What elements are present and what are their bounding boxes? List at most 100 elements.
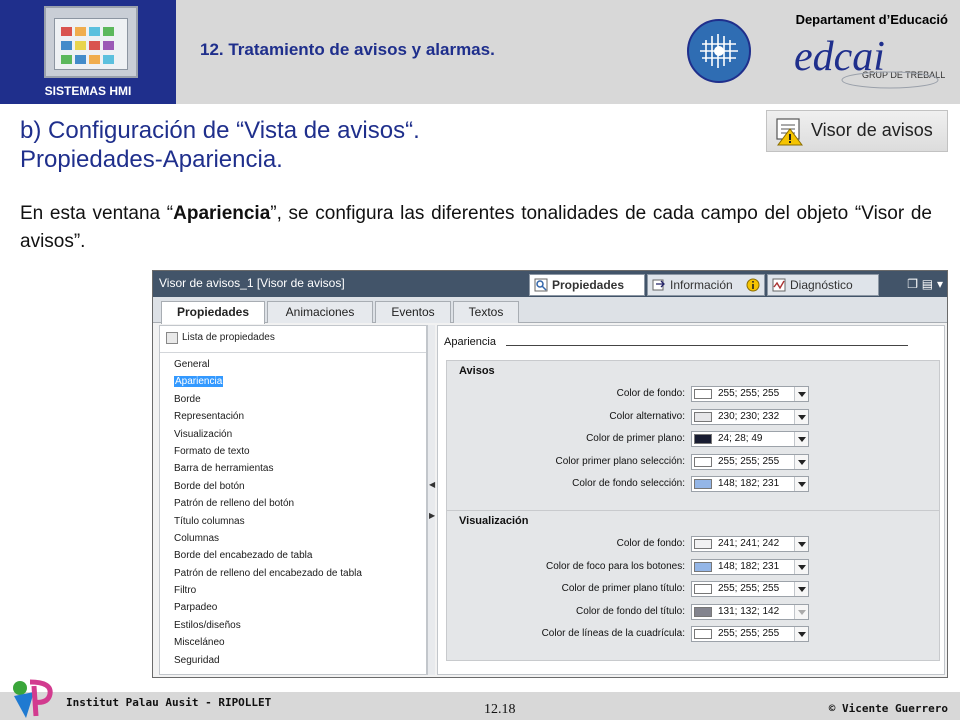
- inspector-tab-properties[interactable]: Propiedades: [529, 274, 645, 296]
- pane-splitter[interactable]: ◀ ▶: [427, 325, 435, 675]
- property-list-item[interactable]: Representación: [174, 408, 414, 425]
- tab-animations[interactable]: Animaciones: [267, 301, 373, 323]
- color-picker-field[interactable]: 255; 255; 255: [691, 626, 809, 642]
- property-list-item[interactable]: Parpadeo: [174, 599, 414, 616]
- window-menu-icon[interactable]: ▤: [922, 277, 933, 291]
- visor-badge-label: Visor de avisos: [811, 120, 933, 140]
- color-value: 255; 255; 255: [718, 583, 780, 594]
- list-toggle-icon[interactable]: [166, 332, 178, 344]
- property-list-item[interactable]: Título columnas: [174, 513, 414, 530]
- property-list-item-label: General: [174, 359, 210, 370]
- property-list-item[interactable]: Seguridad: [174, 652, 414, 669]
- property-list-item-label: Formato de texto: [174, 445, 250, 457]
- property-list: General Apariencia Borde Representación Visu…: [174, 356, 414, 669]
- slide-title-line1: b) Configuración de “Vista de avisos“.: [20, 117, 420, 144]
- department-label: Departament d’Educació: [795, 12, 948, 27]
- inspector-tab-information[interactable]: Información: [647, 274, 765, 296]
- property-list-item-label: Estilos/diseños: [174, 619, 241, 631]
- chevron-down-icon[interactable]: [794, 477, 808, 491]
- color-picker-field[interactable]: 148; 182; 231: [691, 558, 809, 575]
- edcai-logo-sub: GRUP DE TREBALL: [862, 70, 945, 80]
- property-list-item[interactable]: Barra de herramientas: [174, 460, 414, 477]
- chevron-down-icon[interactable]: [794, 627, 808, 641]
- chevron-down-icon[interactable]: [794, 409, 808, 424]
- color-property-label: Color de fondo del título:: [576, 605, 685, 617]
- property-list-item-label: Columnas: [174, 532, 220, 544]
- chevron-down-icon[interactable]: [794, 454, 808, 469]
- property-list-item[interactable]: Apariencia: [174, 373, 414, 390]
- property-list-item[interactable]: Patrón de relleno del encabezado de tabl…: [174, 565, 414, 582]
- information-icon: [652, 279, 665, 291]
- color-picker-field[interactable]: 255; 255; 255: [691, 581, 809, 597]
- property-group-title: Avisos: [459, 365, 495, 377]
- property-group-avisos: Avisos Color de fondo: 255; 255; 255 Color …: [446, 360, 940, 511]
- chevron-down-icon[interactable]: [794, 432, 808, 446]
- color-property-label: Color de primer plano título:: [561, 583, 685, 594]
- expand-right-icon[interactable]: ▶: [429, 511, 435, 520]
- color-value: 255; 255; 255: [718, 388, 780, 399]
- color-value: 255; 255; 255: [718, 455, 780, 467]
- property-list-item[interactable]: Formato de texto: [174, 443, 414, 460]
- chevron-down-icon[interactable]: [794, 559, 808, 574]
- property-list-header: Lista de propiedades: [166, 332, 275, 344]
- collapse-left-icon[interactable]: ◀: [429, 480, 435, 489]
- section-rule: [506, 345, 908, 346]
- body-text-bold: Apariencia: [173, 203, 271, 224]
- color-picker-field[interactable]: 24; 28; 49: [691, 431, 809, 447]
- restore-window-icon[interactable]: ❐: [907, 277, 918, 291]
- color-picker-field[interactable]: 131; 132; 142: [691, 603, 809, 620]
- color-swatch: [694, 606, 712, 617]
- color-picker-field[interactable]: 230; 230; 232: [691, 408, 809, 425]
- property-list-item[interactable]: Visualización: [174, 426, 414, 443]
- color-swatch: [694, 434, 712, 444]
- tab-texts[interactable]: Textos: [453, 301, 519, 323]
- color-picker-field[interactable]: 241; 241; 242: [691, 536, 809, 552]
- inspector-tab-information-label: Información: [670, 278, 733, 292]
- color-swatch: [694, 629, 712, 639]
- property-list-item[interactable]: Filtro: [174, 582, 414, 599]
- property-list-pane: Lista de propiedades General Apariencia Bo…: [159, 325, 427, 675]
- chevron-down-icon[interactable]: [794, 604, 808, 619]
- info-circle-icon: [746, 278, 760, 292]
- property-list-item-label: Título columnas: [174, 515, 245, 527]
- chevron-down-icon[interactable]: [794, 387, 808, 401]
- property-list-item[interactable]: Misceláneo: [174, 634, 414, 651]
- property-list-item-label: Borde del encabezado de tabla: [174, 550, 313, 562]
- color-property-label: Color de fondo selección:: [572, 478, 685, 489]
- color-picker-field[interactable]: 148; 182; 231: [691, 476, 809, 492]
- properties-window: Visor de avisos_1 [Visor de avisos] Prop…: [152, 270, 948, 678]
- chevron-down-icon[interactable]: [794, 537, 808, 551]
- property-list-item[interactable]: Borde del encabezado de tabla: [174, 547, 414, 564]
- property-list-item[interactable]: Borde: [174, 391, 414, 408]
- property-list-item[interactable]: General: [174, 356, 414, 373]
- chevron-down-icon[interactable]: [794, 582, 808, 596]
- property-list-item-label: Barra de herramientas: [174, 463, 274, 475]
- property-list-item-label: Filtro: [174, 585, 197, 597]
- property-list-item[interactable]: Borde del botón: [174, 478, 414, 495]
- window-controls: ❐ ▤ ▾: [907, 277, 943, 291]
- page-number: 12.18: [484, 702, 516, 717]
- property-list-item[interactable]: Patrón de relleno del botón: [174, 495, 414, 512]
- color-picker-field[interactable]: 255; 255; 255: [691, 453, 809, 470]
- color-property-row: Color primer plano selección: 255; 255; 2…: [447, 453, 941, 471]
- tab-properties[interactable]: Propiedades: [161, 301, 265, 324]
- property-list-item[interactable]: Columnas: [174, 530, 414, 547]
- property-list-item-label: Borde del botón: [174, 480, 245, 492]
- inspector-tab-diagnostics[interactable]: Diagnóstico: [767, 274, 879, 296]
- color-value: 24; 28; 49: [718, 433, 763, 444]
- property-list-item[interactable]: Estilos/diseños: [174, 617, 414, 634]
- window-dropdown-icon[interactable]: ▾: [937, 277, 943, 291]
- tab-events[interactable]: Eventos: [375, 301, 451, 323]
- color-property-row: Color de líneas de la cuadrícula: 255; 25…: [447, 625, 941, 643]
- warning-list-icon: [776, 118, 803, 146]
- institute-logo-icon: [13, 679, 53, 718]
- color-swatch: [694, 411, 712, 422]
- copyright: © Vicente Guerrero: [828, 702, 948, 715]
- visor-de-avisos-badge: Visor de avisos: [766, 110, 948, 152]
- property-list-item-label: Parpadeo: [174, 602, 218, 614]
- color-value: 148; 182; 231: [718, 478, 780, 489]
- color-property-row: Color de primer plano: 24; 28; 49: [447, 430, 941, 448]
- color-swatch: [694, 456, 712, 467]
- body-paragraph: En esta ventana “Apariencia”, se configu…: [20, 200, 932, 256]
- color-picker-field[interactable]: 255; 255; 255: [691, 386, 809, 402]
